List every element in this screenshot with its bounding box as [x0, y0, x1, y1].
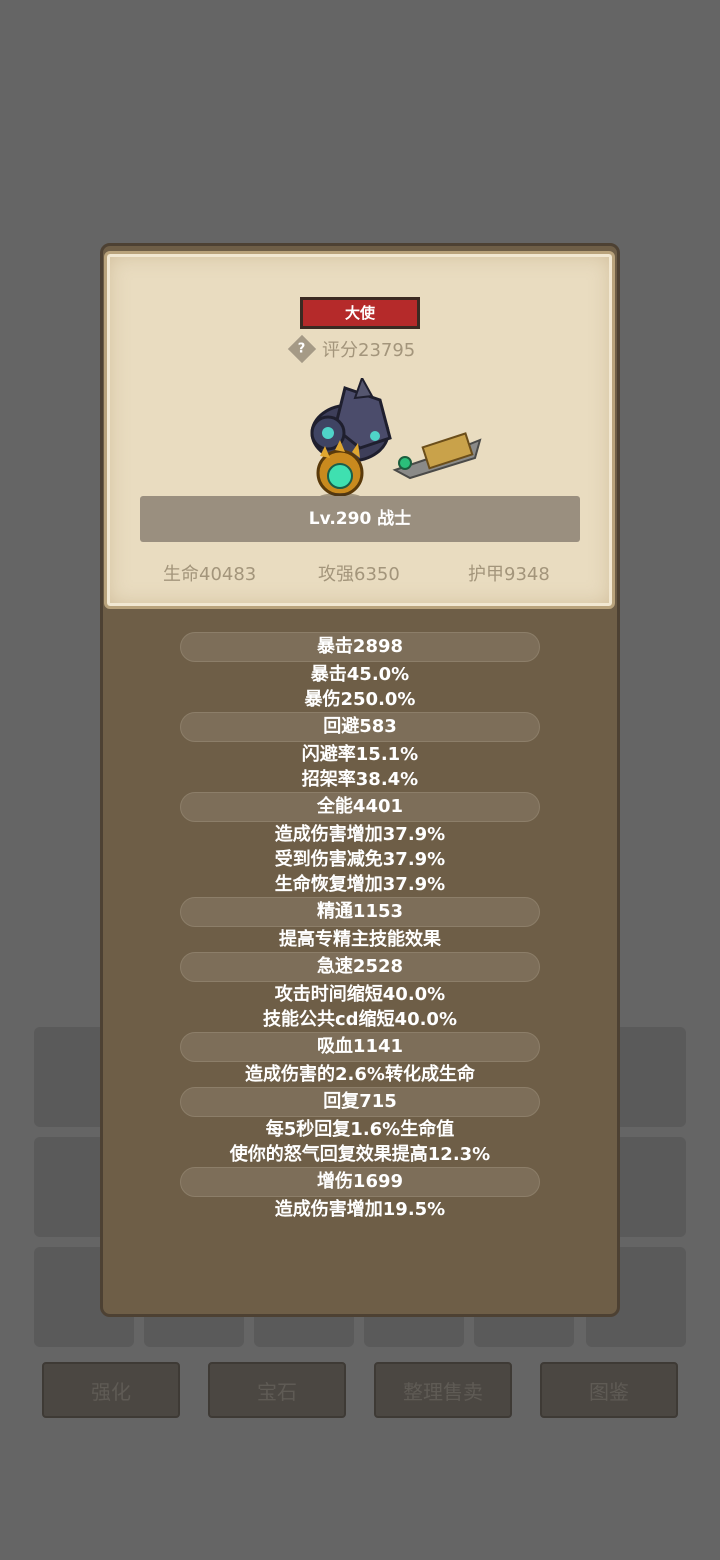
damage-bonus-header: 增伤1699: [180, 1167, 540, 1197]
stat-line: 提高专精主技能效果: [279, 929, 441, 950]
stat-line: 生命恢复增加37.9%: [274, 874, 446, 895]
rank-badge: 大使: [300, 297, 420, 329]
score-row: ? 评分23795: [287, 334, 416, 364]
score-text: 评分23795: [322, 340, 416, 361]
versatility-header: 全能4401: [180, 792, 540, 822]
codex-button[interactable]: 图鉴: [540, 1362, 678, 1418]
crit-header: 暴击2898: [180, 632, 540, 662]
stat-line: 暴击45.0%: [310, 664, 410, 685]
haste-header: 急速2528: [180, 952, 540, 982]
help-icon[interactable]: ?: [287, 334, 317, 364]
stat-line: 造成伤害的2.6%转化成生命: [245, 1064, 475, 1085]
stat-line: 暴伤250.0%: [304, 689, 416, 710]
hero-name-bar: Lv.290 战士: [140, 496, 580, 542]
stat-line: 造成伤害增加19.5%: [274, 1199, 446, 1220]
lifesteal-header: 吸血1141: [180, 1032, 540, 1062]
gem-button[interactable]: 宝石: [208, 1362, 346, 1418]
stat-line: 造成伤害增加37.9%: [274, 824, 446, 845]
enhance-button[interactable]: 强化: [42, 1362, 180, 1418]
stat-line: 技能公共cd缩短40.0%: [262, 1009, 457, 1030]
stat-line: 受到伤害减免37.9%: [274, 849, 446, 870]
hp-stat: 生命40483: [163, 564, 257, 585]
hero-warrior-sprite: [310, 378, 482, 503]
armor-stat: 护甲9348: [468, 564, 550, 585]
stat-line: 攻击时间缩短40.0%: [274, 984, 446, 1005]
stat-line: 使你的怒气回复效果提高12.3%: [229, 1144, 491, 1165]
sort-sell-button[interactable]: 整理售卖: [374, 1362, 512, 1418]
stat-line: 招架率38.4%: [301, 769, 419, 790]
regen-header: 回复715: [180, 1087, 540, 1117]
mastery-header: 精通1153: [180, 897, 540, 927]
evasion-header: 回避583: [180, 712, 540, 742]
stat-line: 每5秒回复1.6%生命值: [265, 1119, 455, 1140]
stat-line: 闪避率15.1%: [301, 744, 419, 765]
attack-stat: 攻强6350: [318, 564, 400, 585]
stat-list: 暴击2898 暴击45.0% 暴伤250.0% 回避583 闪避率15.1% 招…: [180, 632, 540, 1222]
